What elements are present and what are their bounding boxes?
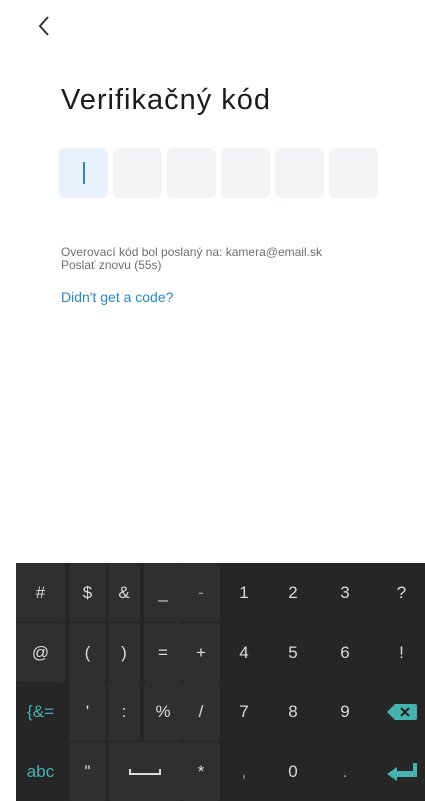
key-0[interactable]: 0	[271, 742, 315, 801]
key-abc[interactable]: abc	[16, 742, 65, 801]
back-button[interactable]	[28, 8, 60, 44]
key-plus[interactable]: +	[182, 623, 220, 682]
key-7[interactable]: 7	[224, 682, 264, 741]
key-slash[interactable]: /	[182, 682, 220, 741]
space-icon	[129, 768, 161, 775]
key-6[interactable]: 6	[320, 623, 370, 682]
key-percent[interactable]: %	[144, 682, 182, 741]
info-text: Overovací kód bol poslaný na: kamera@ema…	[61, 246, 322, 272]
key-ampersand[interactable]: &	[108, 563, 140, 622]
backspace-key[interactable]	[378, 682, 425, 741]
key-symbols-toggle[interactable]: {&=	[16, 682, 65, 741]
key-at[interactable]: @	[16, 623, 65, 682]
key-minus[interactable]: -	[182, 563, 220, 622]
space-key[interactable]	[108, 742, 182, 801]
code-input-row[interactable]	[59, 148, 378, 198]
key-2[interactable]: 2	[271, 563, 315, 622]
keyboard: # $ & _ - 1 2 3 ? @ ( ) = + 4 5 6 ! {&= …	[16, 563, 425, 801]
help-link[interactable]: Didn't get a code?	[61, 289, 173, 305]
code-digit-2[interactable]	[113, 148, 162, 198]
resend-countdown: Poslať znovu (55s)	[61, 258, 162, 272]
code-digit-5[interactable]	[275, 148, 324, 198]
code-digit-6[interactable]	[329, 148, 378, 198]
key-asterisk[interactable]: *	[182, 742, 220, 801]
key-4[interactable]: 4	[224, 623, 264, 682]
key-quote[interactable]: "	[69, 742, 106, 801]
key-underscore[interactable]: _	[144, 563, 182, 622]
enter-key[interactable]	[378, 742, 425, 801]
code-digit-4[interactable]	[221, 148, 270, 198]
key-paren-close[interactable]: )	[108, 623, 140, 682]
key-question[interactable]: ?	[378, 563, 425, 622]
key-9[interactable]: 9	[320, 682, 370, 741]
key-5[interactable]: 5	[271, 623, 315, 682]
code-digit-3[interactable]	[167, 148, 216, 198]
key-8[interactable]: 8	[271, 682, 315, 741]
key-1[interactable]: 1	[224, 563, 264, 622]
key-exclamation[interactable]: !	[378, 623, 425, 682]
key-colon[interactable]: :	[108, 682, 140, 741]
key-dollar[interactable]: $	[69, 563, 106, 622]
code-digit-1[interactable]	[59, 148, 108, 198]
key-paren-open[interactable]: (	[69, 623, 106, 682]
chevron-left-icon	[38, 16, 49, 36]
backspace-icon	[386, 703, 417, 720]
key-comma[interactable]: ,	[224, 742, 264, 801]
text-cursor	[83, 162, 85, 184]
key-equals[interactable]: =	[144, 623, 182, 682]
key-3[interactable]: 3	[320, 563, 370, 622]
key-period[interactable]: .	[320, 742, 370, 801]
key-hash[interactable]: #	[16, 563, 65, 622]
enter-icon	[386, 762, 417, 781]
page-title: Verifikačný kód	[61, 84, 272, 116]
key-apostrophe[interactable]: '	[69, 682, 106, 741]
